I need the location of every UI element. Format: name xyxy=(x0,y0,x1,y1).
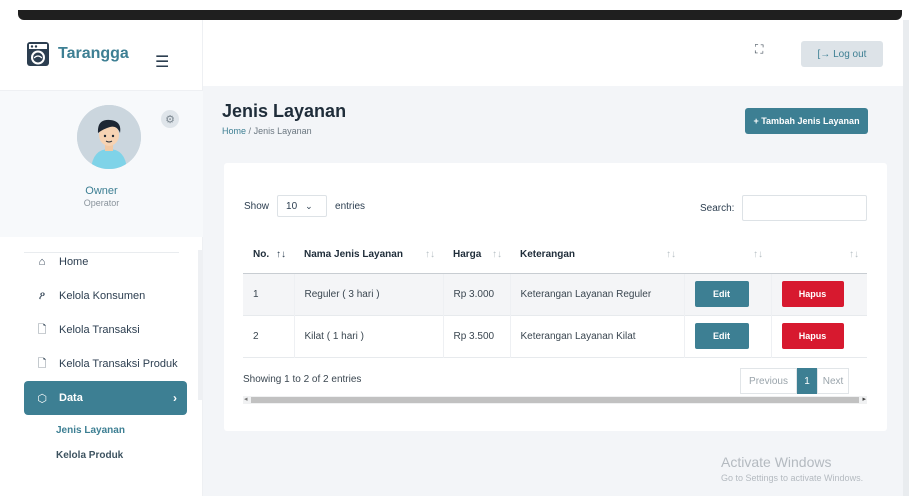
profile-panel: ⚙ Owner Operator xyxy=(0,91,203,237)
cell-nama: Reguler ( 3 hari ) xyxy=(293,273,443,315)
edit-button[interactable]: Edit xyxy=(694,323,749,349)
table-info: Showing 1 to 2 of 2 entries xyxy=(243,374,362,385)
column-header-no[interactable]: No. ↑↓ xyxy=(243,237,294,274)
sidebar-item-label: Home xyxy=(59,256,89,268)
washing-machine-logo-icon xyxy=(27,42,49,66)
delete-button[interactable]: Hapus xyxy=(781,323,844,349)
breadcrumb-separator: / xyxy=(248,126,252,136)
scroll-left-icon[interactable]: ◂ xyxy=(244,395,248,403)
sidebar-subitem-jenis-layanan[interactable]: Jenis Layanan xyxy=(24,418,187,443)
pagination-previous[interactable]: Previous xyxy=(740,368,797,394)
cell-no: 2 xyxy=(243,315,294,357)
entries-control: Show 10 ⌄ entries xyxy=(244,195,365,217)
table-row: 2 Kilat ( 1 hari ) Rp 3.500 Keterangan L… xyxy=(243,315,867,357)
sidebar-item-data[interactable]: ⬡ Data › xyxy=(24,381,187,415)
sidebar-item-home[interactable]: ⌂ Home xyxy=(24,245,187,279)
entries-select[interactable]: 10 ⌄ xyxy=(277,195,328,217)
window-top-bar xyxy=(0,0,909,20)
sort-icon: ↑↓ xyxy=(425,249,435,260)
column-header-nama[interactable]: Nama Jenis Layanan ↑↓ xyxy=(294,237,443,274)
sidebar-item-kelola-transaksi-produk[interactable]: 🗋 Kelola Transaksi Produk xyxy=(24,347,187,381)
sidebar-scrollbar[interactable] xyxy=(198,250,202,400)
sort-icon: ↑↓ xyxy=(666,249,676,260)
jenis-layanan-table: No. ↑↓ Nama Jenis Layanan ↑↓ Harga ↑↓ Keter… xyxy=(243,237,867,358)
cell-nama: Kilat ( 1 hari ) xyxy=(293,315,443,357)
scrollbar-thumb[interactable] xyxy=(251,397,859,403)
cell-no: 1 xyxy=(243,273,294,315)
table-card: Show 10 ⌄ entries Search: No. ↑↓ Nama Jen… xyxy=(224,163,887,431)
chevron-right-icon: › xyxy=(173,391,177,405)
breadcrumb-current: Jenis Layanan xyxy=(253,126,312,136)
activate-windows-title: Activate Windows xyxy=(721,454,832,470)
cell-harga: Rp 3.000 xyxy=(442,273,510,315)
user-icon: ዖ xyxy=(38,289,46,302)
chevron-down-icon: ⌄ xyxy=(305,200,313,211)
delete-button[interactable]: Hapus xyxy=(781,281,844,307)
cell-keterangan: Keterangan Layanan Reguler xyxy=(509,273,684,315)
avatar[interactable] xyxy=(77,105,141,169)
home-icon: ⌂ xyxy=(38,256,46,268)
activate-windows-subtitle: Go to Settings to activate Windows. xyxy=(721,473,864,483)
pagination-next[interactable]: Next xyxy=(817,368,849,394)
breadcrumb-home[interactable]: Home xyxy=(222,126,246,136)
table-horizontal-scrollbar[interactable]: ◂ ▸ xyxy=(243,396,867,404)
pagination-page-current[interactable]: 1 xyxy=(797,368,817,394)
cell-harga: Rp 3.500 xyxy=(442,315,510,357)
edit-button[interactable]: Edit xyxy=(694,281,749,307)
sidebar-item-label: Kelola Konsumen xyxy=(59,290,146,302)
column-header-harga[interactable]: Harga ↑↓ xyxy=(443,237,510,274)
column-header-hapus[interactable]: ↑↓ xyxy=(771,237,867,274)
add-jenis-layanan-button[interactable]: + Tambah Jenis Layanan xyxy=(745,108,868,134)
sort-icon: ↑↓ xyxy=(276,249,286,260)
hamburger-icon[interactable]: ☰ xyxy=(155,46,169,78)
sidebar-item-label: Kelola Transaksi xyxy=(59,324,140,336)
sidebar-item-kelola-konsumen[interactable]: ዖ Kelola Konsumen xyxy=(24,279,187,313)
fullscreen-icon[interactable]: ⛶ xyxy=(755,42,763,57)
column-header-keterangan[interactable]: Keterangan ↑↓ xyxy=(510,237,684,274)
brand-name: Tarangga xyxy=(58,45,129,62)
pagination: Previous 1 Next xyxy=(740,368,849,394)
file-icon: 🗋 xyxy=(37,323,47,336)
page-scrollbar[interactable] xyxy=(903,20,909,496)
search-control: Search: xyxy=(700,195,868,221)
sort-icon: ↑↓ xyxy=(849,249,859,260)
sort-icon: ↑↓ xyxy=(753,249,763,260)
profile-subtitle: Operator xyxy=(83,198,120,208)
page-title: Jenis Layanan xyxy=(222,101,347,121)
scroll-right-icon[interactable]: ▸ xyxy=(862,395,866,403)
logout-button[interactable]: [→ Log out xyxy=(801,41,883,67)
breadcrumb: Home / Jenis Layanan xyxy=(222,126,312,136)
sidebar-subitem-kelola-produk[interactable]: Kelola Produk xyxy=(24,443,187,468)
profile-role: Owner xyxy=(85,185,118,197)
avatar-icon xyxy=(77,105,141,169)
top-header: ⛶ [→ Log out xyxy=(203,20,909,86)
sidebar-item-label: Data xyxy=(59,392,83,404)
table-row: 1 Reguler ( 3 hari ) Rp 3.000 Keterangan… xyxy=(243,273,867,315)
sidebar-item-kelola-transaksi[interactable]: 🗋 Kelola Transaksi xyxy=(24,313,187,347)
sidebar-nav: ⌂ Home ዖ Kelola Konsumen 🗋 Kelola Transa… xyxy=(24,245,187,468)
cell-keterangan: Keterangan Layanan Kilat xyxy=(509,315,684,357)
gear-icon[interactable]: ⚙ xyxy=(161,110,179,128)
search-input[interactable] xyxy=(742,195,868,221)
sidebar-item-label: Kelola Transaksi Produk xyxy=(59,358,178,370)
file-icon: 🗋 xyxy=(37,357,47,370)
sort-icon: ↑↓ xyxy=(492,249,502,260)
box-icon: ⬡ xyxy=(37,392,47,405)
column-header-edit[interactable]: ↑↓ xyxy=(684,237,771,274)
brand[interactable]: Tarangga xyxy=(26,38,129,70)
